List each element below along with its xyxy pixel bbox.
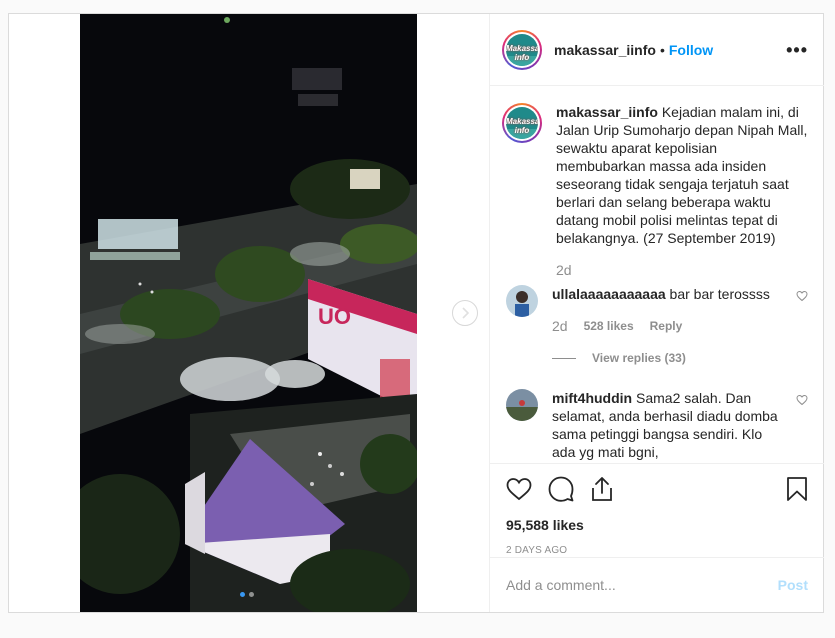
comment-meta: 2d 528 likes Reply xyxy=(552,317,788,335)
commenter-avatar[interactable] xyxy=(506,285,538,317)
caption-body: makassar_iinfo Kejadian malam ini, di Ja… xyxy=(556,103,808,279)
comment-like-heart-icon[interactable] xyxy=(796,393,808,409)
next-slide-button[interactable] xyxy=(452,300,478,326)
like-heart-icon[interactable] xyxy=(506,477,532,501)
video-frame-illustration: UO xyxy=(80,14,417,612)
carousel-dot-2 xyxy=(249,592,254,597)
header-separator: • xyxy=(659,41,665,58)
post-header: Makassar info makassar_iinfo • Follow ••… xyxy=(490,14,824,86)
post-side-panel: Makassar info makassar_iinfo • Follow ••… xyxy=(489,14,824,612)
action-icons xyxy=(506,464,808,514)
caption-text: Kejadian malam ini, di Jalan Urip Sumoha… xyxy=(556,104,808,246)
follow-button[interactable]: Follow xyxy=(669,42,713,58)
avatar-logo-text: Makassar info xyxy=(506,43,538,62)
likes-count[interactable]: 95,588 likes xyxy=(506,517,808,533)
replies-divider xyxy=(552,357,576,359)
svg-text:UO: UO xyxy=(318,304,351,329)
post-timestamp[interactable]: 2 DAYS AGO xyxy=(506,545,808,556)
comment-text: bar bar terossss xyxy=(669,286,770,302)
comment-like-heart-icon[interactable] xyxy=(796,289,808,305)
instagram-post: UO Makass info makassar_iinfo • Follow •… xyxy=(8,13,824,613)
caption-username[interactable]: makassar_iinfo xyxy=(556,104,658,120)
carousel-dot-1 xyxy=(240,592,245,597)
comment-row: ullalaaaaaaaaaaa bar bar terossss 2d 528… xyxy=(502,285,808,367)
caption-avatar[interactable]: Makassar info xyxy=(502,103,542,143)
view-replies-button[interactable]: View replies (33) xyxy=(552,349,788,367)
post-video[interactable]: UO xyxy=(80,14,417,612)
comment-input[interactable] xyxy=(506,577,778,593)
comment-time[interactable]: 2d xyxy=(552,317,568,335)
caption-meta: 2d xyxy=(556,261,808,279)
comment-body: ullalaaaaaaaaaaa bar bar terossss 2d 528… xyxy=(552,285,788,367)
share-upload-icon[interactable] xyxy=(590,476,614,502)
post-comment-button[interactable]: Post xyxy=(778,577,808,593)
author-avatar[interactable]: Makassar info xyxy=(502,29,542,70)
add-comment-bar: Post xyxy=(490,557,824,612)
comment-row: mift4huddin Sama2 salah. Dan selamat, an… xyxy=(502,389,808,461)
sign-top xyxy=(292,68,342,90)
more-options-icon[interactable]: ••• xyxy=(786,41,808,59)
comments-list[interactable]: Makassar info makassar_iinfo Kejadian ma… xyxy=(490,87,824,463)
comment-username[interactable]: mift4huddin xyxy=(552,390,632,406)
carousel-dots xyxy=(240,592,254,597)
view-replies-label: View replies (33) xyxy=(592,351,686,365)
caption-row: Makassar info makassar_iinfo Kejadian ma… xyxy=(502,103,808,279)
comment-likes[interactable]: 528 likes xyxy=(584,317,634,335)
post-actions: 95,588 likes 2 DAYS AGO xyxy=(490,463,824,556)
commenter-avatar[interactable] xyxy=(506,389,538,421)
media-area: UO xyxy=(9,14,489,612)
bookmark-icon[interactable] xyxy=(786,476,808,502)
comment-bubble-icon[interactable] xyxy=(548,476,574,502)
comment-body: mift4huddin Sama2 salah. Dan selamat, an… xyxy=(552,389,788,461)
chevron-right-icon xyxy=(462,307,470,319)
caption-time[interactable]: 2d xyxy=(556,261,572,279)
author-username[interactable]: makassar_iinfo xyxy=(554,42,656,58)
avatar-logo-text: Makassar info xyxy=(506,117,538,135)
comment-username[interactable]: ullalaaaaaaaaaaa xyxy=(552,286,666,302)
reply-button[interactable]: Reply xyxy=(650,317,683,335)
